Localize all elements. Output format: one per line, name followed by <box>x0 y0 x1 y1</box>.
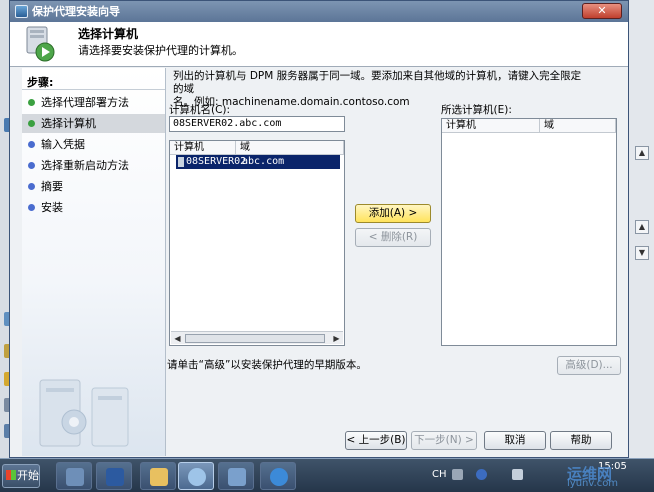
column-header-computer[interactable]: 计算机 <box>442 119 540 133</box>
remote-desktop-glyph <box>228 468 246 486</box>
step-summary[interactable]: 摘要 <box>22 177 165 196</box>
dpm-glyph <box>188 468 206 486</box>
step-status-icon <box>28 204 35 211</box>
scroll-right-icon[interactable]: ▶ <box>331 333 342 344</box>
horizontal-scrollbar[interactable]: ◀ ▶ <box>171 331 343 344</box>
start-label: 开始 <box>17 469 39 482</box>
remote-desktop-icon[interactable] <box>218 462 254 490</box>
tray-icons <box>452 469 542 483</box>
list-header: 计算机 域 <box>442 119 616 133</box>
step-install[interactable]: 安装 <box>22 198 165 217</box>
scroll-up-icon[interactable]: ▲ <box>635 146 649 160</box>
advanced-button[interactable]: 高级(D)... <box>557 356 621 375</box>
scroll-thumb[interactable] <box>185 334 325 343</box>
step-label: 选择计算机 <box>41 117 96 130</box>
selected-computers-list[interactable]: 计算机 域 <box>441 118 617 346</box>
next-button[interactable]: 下一步(N) > <box>411 431 477 450</box>
window-title: 保护代理安装向导 <box>32 5 120 18</box>
add-button[interactable]: 添加(A) > <box>355 204 431 223</box>
title-bar[interactable]: 保护代理安装向导 ✕ <box>10 1 628 22</box>
row-domain: abc.com <box>242 156 285 167</box>
wizard-header: 选择计算机 请选择要安装保护代理的计算机。 <box>10 22 628 67</box>
server-manager-glyph <box>66 468 84 486</box>
step-label: 输入凭据 <box>41 138 85 151</box>
help-icon[interactable] <box>476 469 487 480</box>
advanced-hint: 请单击“高级”以安装保护代理的早期版本。 <box>167 359 367 371</box>
step-credentials[interactable]: 输入凭据 <box>22 135 165 154</box>
internet-explorer-icon[interactable] <box>260 462 296 490</box>
step-status-icon <box>28 120 35 127</box>
back-button[interactable]: < 上一步(B) <box>345 431 407 450</box>
wizard-window: 保护代理安装向导 ✕ 选择计算机 请选择要安装保护代理的计算机。 步骤: 选择代… <box>9 0 629 458</box>
scroll-up-icon[interactable]: ▲ <box>635 220 649 234</box>
powershell-glyph <box>106 468 124 486</box>
keyboard-icon[interactable] <box>452 469 463 480</box>
remove-button[interactable]: < 删除(R) <box>355 228 431 247</box>
computer-wizard-icon <box>26 26 55 62</box>
list-header: 计算机 域 <box>170 141 344 155</box>
step-status-icon <box>28 162 35 169</box>
page-subtitle: 请选择要安装保护代理的计算机。 <box>78 44 243 57</box>
step-select-computers[interactable]: 选择计算机 <box>22 114 165 133</box>
computer-icon <box>178 157 184 167</box>
step-status-icon <box>28 99 35 106</box>
description: 列出的计算机与 DPM 服务器属于同一域。要添加来自其他域的计算机，请键入完全限… <box>173 70 583 109</box>
selected-computers-label: 所选计算机(E): <box>441 104 512 116</box>
close-button[interactable]: ✕ <box>582 3 622 19</box>
step-label: 安装 <box>41 201 63 214</box>
step-restart-method[interactable]: 选择重新启动方法 <box>22 156 165 175</box>
steps-label: 步骤: <box>27 76 54 89</box>
column-header-computer[interactable]: 计算机 <box>170 141 236 155</box>
scroll-down-icon[interactable]: ▼ <box>635 246 649 260</box>
column-header-domain[interactable]: 域 <box>236 141 344 155</box>
language-indicator[interactable]: CH <box>432 469 447 480</box>
step-label: 摘要 <box>41 180 63 193</box>
step-label: 选择重新启动方法 <box>41 159 129 172</box>
computer-name-input[interactable]: 08SERVER02.abc.com <box>169 116 345 132</box>
available-computers-list[interactable]: 计算机 域 08SERVER02 abc.com ◀ ▶ <box>169 140 345 346</box>
step-label: 选择代理部署方法 <box>41 96 129 109</box>
computer-name-label: 计算机名(C): <box>169 104 231 116</box>
ie-glyph <box>270 468 288 486</box>
cancel-button[interactable]: 取消 <box>484 431 546 450</box>
divider <box>22 89 165 90</box>
app-icon <box>15 5 28 18</box>
description-example: 名。例如: machinename.domain.contoso.com <box>173 96 410 108</box>
description-line: 列出的计算机与 DPM 服务器属于同一域。要添加来自其他域的计算机，请键入完全限… <box>173 70 582 95</box>
table-row[interactable]: 08SERVER02 abc.com <box>176 155 340 169</box>
steps-panel: 步骤: 选择代理部署方法 选择计算机 输入凭据 选择重新启动方法 摘要 安装 <box>22 68 166 456</box>
background-window-right: ▲ ▲ ▼ <box>628 0 654 458</box>
column-header-domain[interactable]: 域 <box>540 119 616 133</box>
windows-logo-icon <box>6 470 16 480</box>
folder-glyph <box>150 468 168 486</box>
step-status-icon <box>28 141 35 148</box>
scroll-left-icon[interactable]: ◀ <box>172 333 183 344</box>
row-computer: 08SERVER02 <box>186 156 247 167</box>
step-status-icon <box>28 183 35 190</box>
taskbar: 开始 CH 15:05 <box>0 458 654 492</box>
start-button[interactable]: 开始 <box>2 464 40 488</box>
step-deploy-method[interactable]: 选择代理部署方法 <box>22 93 165 112</box>
help-button[interactable]: 帮助 <box>550 431 612 450</box>
dpm-admin-icon[interactable] <box>178 462 214 490</box>
powershell-icon[interactable] <box>96 462 132 490</box>
watermark-url: iyunv.com <box>567 478 619 489</box>
server-illustration-icon <box>39 379 129 447</box>
page-title: 选择计算机 <box>78 27 139 41</box>
explorer-folder-icon[interactable] <box>140 462 176 490</box>
server-manager-icon[interactable] <box>56 462 92 490</box>
network-icon[interactable] <box>512 469 523 480</box>
